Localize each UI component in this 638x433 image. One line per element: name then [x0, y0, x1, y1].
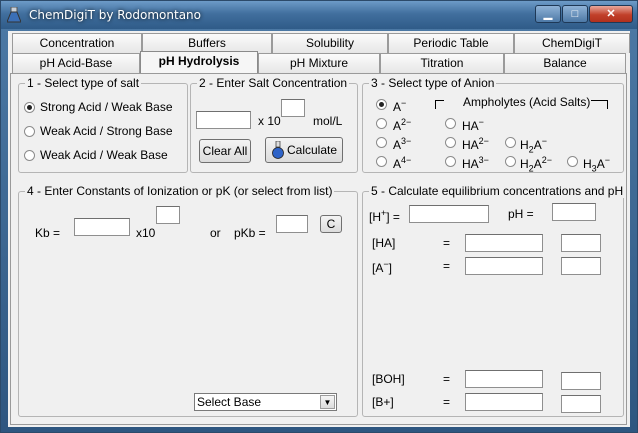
- equilibrium-group: 5 - Calculate equilibrium concentrations…: [362, 184, 626, 417]
- radio-weak-acid-strong-base[interactable]: [24, 126, 35, 137]
- chevron-down-icon[interactable]: ▼: [320, 395, 335, 409]
- h-plus-label: [H+] =: [369, 208, 400, 224]
- tab-ph-mixture[interactable]: pH Mixture: [258, 53, 380, 73]
- ha-exponent-output[interactable]: [561, 234, 601, 252]
- equilibrium-legend: 5 - Calculate equilibrium concentrations…: [369, 184, 626, 198]
- flask-app-icon: [7, 7, 21, 23]
- a-minus-exponent-output[interactable]: [561, 257, 601, 275]
- radio-anion-h2a-2[interactable]: [505, 156, 516, 167]
- kb-label: Kb =: [35, 226, 61, 240]
- anion-ha-3-label: HA3−: [462, 155, 489, 171]
- salt-concentration-legend: 2 - Enter Salt Concentration: [197, 76, 350, 90]
- anion-type-group: 3 - Select type of Anion Ampholytes (Aci…: [362, 76, 624, 174]
- radio-anion-ha-2[interactable]: [445, 137, 456, 148]
- anion-ha-2-label: HA2−: [462, 136, 489, 152]
- b-plus-equals: =: [443, 395, 451, 409]
- a-minus-concentration-output[interactable]: [465, 257, 543, 275]
- tab-balance[interactable]: Balance: [504, 53, 626, 73]
- calculate-label: Calculate: [286, 143, 338, 157]
- radio-anion-a-1[interactable]: [376, 99, 387, 110]
- tab-buffers[interactable]: Buffers: [142, 33, 272, 53]
- ph-output[interactable]: [552, 203, 596, 221]
- tab-solubility[interactable]: Solubility: [272, 33, 388, 53]
- boh-label: [BOH]: [372, 372, 405, 386]
- base-select[interactable]: Select Base ▼: [194, 393, 337, 411]
- weak-acid-strong-base-label: Weak Acid / Strong Base: [40, 124, 173, 138]
- mol-per-liter-unit: mol/L: [313, 114, 343, 128]
- pkb-label: pKb =: [234, 226, 266, 240]
- strong-acid-weak-base-label: Strong Acid / Weak Base: [40, 100, 173, 114]
- concentration-exponent-input[interactable]: [281, 99, 305, 117]
- ha-label: [HA]: [372, 236, 396, 250]
- salt-concentration-group: 2 - Enter Salt Concentration x 10 mol/L …: [190, 76, 358, 173]
- pkb-input[interactable]: [276, 215, 308, 233]
- radio-anion-ha-3[interactable]: [445, 156, 456, 167]
- anion-a-2-label: A2−: [393, 117, 412, 133]
- clear-all-button[interactable]: Clear All: [199, 139, 251, 163]
- kb-x10-label: x10: [136, 226, 156, 240]
- kb-exponent-input[interactable]: [156, 206, 180, 224]
- ha-equals: =: [443, 236, 451, 250]
- boh-concentration-output[interactable]: [465, 370, 543, 388]
- minimize-button[interactable]: ▁: [535, 5, 561, 23]
- b-plus-concentration-output[interactable]: [465, 393, 543, 411]
- anion-ha-1-label: HA−: [462, 117, 484, 133]
- anion-h2a-2-label: H2A2−: [520, 155, 552, 174]
- anion-type-legend: 3 - Select type of Anion: [369, 76, 497, 90]
- base-select-value: Select Base: [197, 395, 262, 409]
- tab-ph-acid-base[interactable]: pH Acid-Base: [12, 53, 140, 73]
- ampholytes-bracket-left: [435, 100, 444, 109]
- ph-label: pH =: [508, 207, 534, 221]
- anion-h2a-1-label: H2A−: [520, 136, 547, 155]
- radio-anion-a-2[interactable]: [376, 118, 387, 129]
- window-title: ChemDigiT by Rodomontano: [29, 8, 202, 22]
- a-minus-label: [A−]: [372, 259, 392, 275]
- close-button[interactable]: ✕: [589, 5, 633, 23]
- title-bar[interactable]: ChemDigiT by Rodomontano ▁ □ ✕: [1, 1, 637, 29]
- tab-periodic-table[interactable]: Periodic Table: [388, 33, 514, 53]
- ampholytes-label: Ampholytes (Acid Salts): [463, 95, 591, 109]
- flask-icon: [272, 141, 284, 159]
- or-label: or: [210, 226, 221, 240]
- radio-anion-h3a-1[interactable]: [567, 156, 578, 167]
- anion-h3a-1-label: H3A−: [583, 155, 610, 174]
- concentration-input[interactable]: [196, 111, 251, 129]
- ha-concentration-output[interactable]: [465, 234, 543, 252]
- radio-anion-a-4[interactable]: [376, 156, 387, 167]
- radio-strong-acid-weak-base[interactable]: [24, 102, 35, 113]
- app-window: ChemDigiT by Rodomontano ▁ □ ✕ Concentra…: [0, 0, 638, 433]
- tab-titration[interactable]: Titration: [380, 53, 504, 73]
- maximize-button[interactable]: □: [562, 5, 588, 23]
- b-plus-label: [B+]: [372, 395, 394, 409]
- kb-input[interactable]: [74, 218, 130, 236]
- radio-weak-acid-weak-base[interactable]: [24, 150, 35, 161]
- salt-type-group: 1 - Select type of salt Strong Acid / We…: [18, 76, 188, 173]
- tab-chemdigit[interactable]: ChemDigiT: [514, 33, 630, 53]
- radio-anion-ha-1[interactable]: [445, 118, 456, 129]
- client-area: Concentration Buffers Solubility Periodi…: [8, 31, 630, 427]
- b-plus-exponent-output[interactable]: [561, 395, 601, 413]
- anion-a-1-label: A−: [393, 98, 407, 114]
- salt-type-legend: 1 - Select type of salt: [25, 76, 142, 90]
- clear-constants-button[interactable]: C: [320, 215, 342, 233]
- tab-concentration[interactable]: Concentration: [12, 33, 142, 53]
- weak-acid-weak-base-label: Weak Acid / Weak Base: [40, 148, 168, 162]
- boh-exponent-output[interactable]: [561, 372, 601, 390]
- boh-equals: =: [443, 372, 451, 386]
- ionization-constants-group: 4 - Enter Constants of Ionization or pK …: [18, 184, 358, 417]
- tab-ph-hydrolysis[interactable]: pH Hydrolysis: [140, 51, 258, 73]
- calculate-button[interactable]: Calculate: [265, 137, 343, 163]
- a-minus-equals: =: [443, 259, 451, 273]
- x10-label: x 10: [258, 114, 281, 128]
- radio-anion-h2a-1[interactable]: [505, 137, 516, 148]
- ampholytes-bracket-right: [591, 100, 608, 109]
- ionization-constants-legend: 4 - Enter Constants of Ionization or pK …: [25, 184, 335, 198]
- radio-anion-a-3[interactable]: [376, 137, 387, 148]
- anion-a-3-label: A3−: [393, 136, 412, 152]
- h-plus-output[interactable]: [409, 205, 489, 223]
- anion-a-4-label: A4−: [393, 155, 412, 171]
